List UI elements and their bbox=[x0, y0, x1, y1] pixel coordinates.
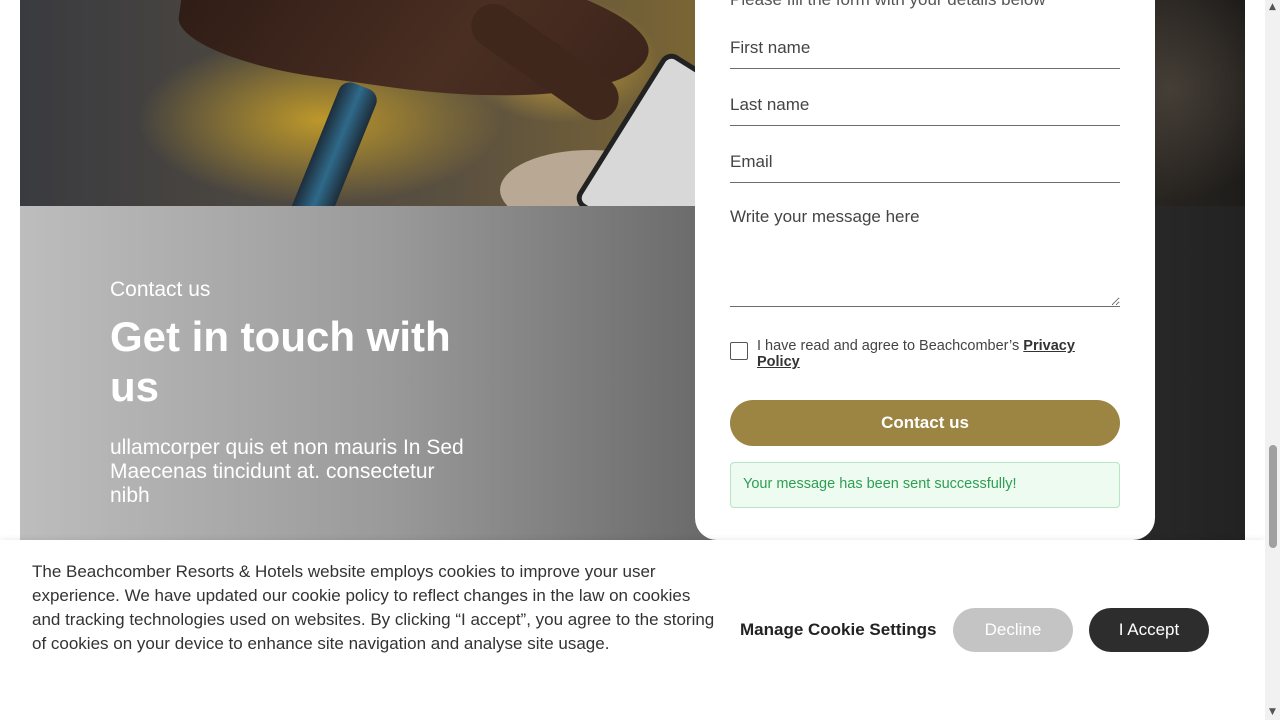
contact-submit-button[interactable]: Contact us bbox=[730, 400, 1120, 446]
contact-intro: Contact us Get in touch with us ullamcor… bbox=[110, 278, 510, 508]
privacy-checkbox[interactable] bbox=[730, 342, 748, 360]
message-field[interactable] bbox=[730, 207, 1120, 307]
page-scrollbar[interactable]: ▲ ▼ bbox=[1265, 0, 1280, 720]
first-name-field[interactable] bbox=[730, 38, 1120, 69]
hero-pole bbox=[279, 78, 381, 206]
last-name-field[interactable] bbox=[730, 95, 1120, 126]
email-field[interactable] bbox=[730, 152, 1120, 183]
accept-cookies-button[interactable]: I Accept bbox=[1089, 608, 1209, 652]
scroll-down-icon[interactable]: ▼ bbox=[1268, 708, 1277, 717]
contact-lede: ullamcorper quis et non mauris In Sed Ma… bbox=[110, 436, 464, 507]
decline-cookies-button[interactable]: Decline bbox=[953, 608, 1073, 652]
contact-form-card: Please fill the form with your details b… bbox=[695, 0, 1155, 540]
scroll-up-icon[interactable]: ▲ bbox=[1268, 3, 1277, 12]
contact-heading: Get in touch with us bbox=[110, 313, 451, 410]
form-intro: Please fill the form with your details b… bbox=[730, 0, 1120, 11]
manage-cookie-settings-button[interactable]: Manage Cookie Settings bbox=[740, 620, 936, 640]
scrollbar-thumb[interactable] bbox=[1269, 445, 1277, 548]
privacy-consent-text: I have read and agree to Beachcomber’s bbox=[757, 338, 1024, 354]
success-message: Your message has been sent successfully! bbox=[730, 462, 1120, 508]
contact-eyebrow: Contact us bbox=[110, 278, 211, 301]
privacy-consent-label: I have read and agree to Beachcomber’s P… bbox=[757, 338, 1119, 370]
cookie-notice-text: The Beachcomber Resorts & Hotels website… bbox=[32, 562, 715, 653]
cookie-banner: The Beachcomber Resorts & Hotels website… bbox=[0, 540, 1265, 720]
